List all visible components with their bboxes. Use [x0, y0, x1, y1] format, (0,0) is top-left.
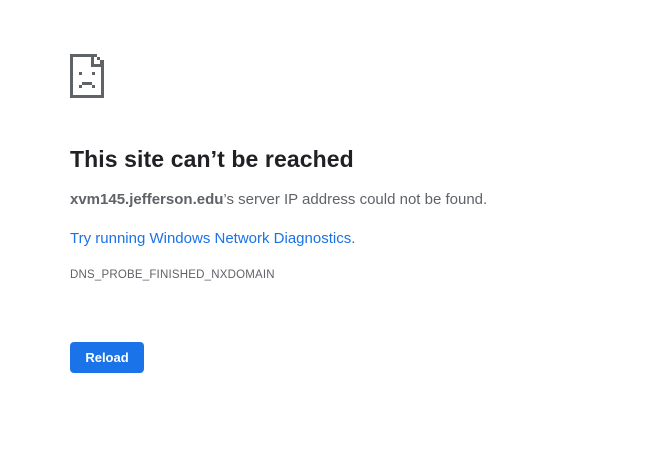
suggestion-period: .: [351, 230, 356, 247]
host-name: xvm145.jefferson.edu: [70, 191, 224, 208]
error-content: This site can’t be reached xvm145.jeffer…: [70, 54, 630, 283]
error-code: DNS_PROBE_FINISHED_NXDOMAIN: [70, 269, 275, 281]
error-message: xvm145.jefferson.edu’s server IP address…: [70, 190, 630, 210]
error-message-text: ’s server IP address could not be found.: [223, 191, 488, 208]
page-title: This site can’t be reached: [70, 146, 354, 172]
suggestion: Try running Windows Network Diagnostics.: [70, 229, 630, 249]
sad-document-icon: [70, 54, 630, 98]
network-diagnostics-link[interactable]: Try running Windows Network Diagnostics: [70, 230, 351, 247]
reload-button[interactable]: Reload: [70, 342, 144, 373]
